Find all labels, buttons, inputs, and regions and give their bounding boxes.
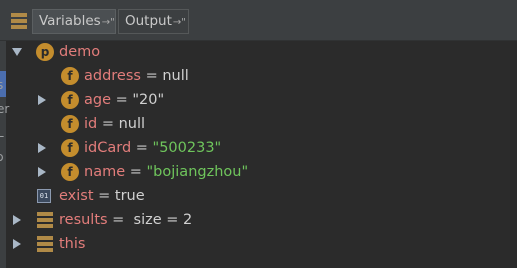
- field-badge-icon: f: [61, 163, 79, 181]
- tab-variables-label: Variables: [39, 13, 101, 29]
- object-stack-icon: [37, 236, 53, 252]
- expand-arrow-icon[interactable]: [38, 95, 46, 105]
- tab-output[interactable]: Output→": [118, 9, 189, 34]
- node-name: results: [59, 212, 108, 228]
- bool-icon-text: 01: [39, 192, 49, 200]
- tab-output-label: Output: [125, 13, 172, 29]
- tab-variables[interactable]: Variables→": [32, 9, 116, 34]
- expand-arrow-icon[interactable]: [38, 167, 46, 177]
- node-op: =: [125, 164, 147, 180]
- node-op: =: [111, 92, 133, 108]
- node-op: =: [93, 188, 115, 204]
- node-name: demo: [59, 44, 101, 60]
- field-badge-icon: f: [61, 115, 79, 133]
- node-op: =: [97, 116, 119, 132]
- node-name: exist: [59, 188, 94, 204]
- object-stack-icon: [37, 212, 53, 228]
- tree-node-age[interactable]: f age = "20": [0, 88, 517, 112]
- field-badge-icon: p: [36, 43, 54, 61]
- primitive-boolean-icon: 01: [37, 189, 51, 203]
- tree-node-results[interactable]: results = size = 2: [0, 208, 517, 232]
- tab-bar: Variables→" Output→": [0, 0, 517, 40]
- tree-node-idcard[interactable]: f idCard = "500233": [0, 136, 517, 160]
- field-badge-icon: f: [61, 67, 79, 85]
- node-op: =: [131, 140, 153, 156]
- node-name: this: [59, 236, 86, 252]
- field-badge-icon: f: [61, 91, 79, 109]
- expand-arrow-icon[interactable]: [38, 143, 46, 153]
- tab-pin-icon[interactable]: →": [102, 17, 115, 28]
- expand-arrow-icon[interactable]: [13, 239, 21, 249]
- node-name: id: [84, 116, 98, 132]
- node-value: size = 2: [128, 212, 193, 228]
- field-badge-icon: f: [61, 139, 79, 157]
- variables-stack-icon: [11, 13, 27, 29]
- node-value: "bojiangzhou": [146, 164, 249, 180]
- tree-node-name[interactable]: f name = "bojiangzhou": [0, 160, 517, 184]
- tree-node-address[interactable]: f address = null: [0, 64, 517, 88]
- node-value: null: [162, 68, 189, 84]
- expand-arrow-icon[interactable]: [13, 215, 21, 225]
- tree-node-this[interactable]: this: [0, 232, 517, 256]
- node-name: idCard: [84, 140, 132, 156]
- collapse-arrow-icon[interactable]: [12, 48, 22, 56]
- tree-node-exist[interactable]: 01 exist = true: [0, 184, 517, 208]
- debugger-panel: Variables→" Output→" s er L ɔ p demo f a…: [0, 0, 517, 268]
- node-op: =: [140, 68, 163, 84]
- tree-node-demo[interactable]: p demo: [0, 40, 517, 64]
- node-value: "20": [132, 92, 165, 108]
- node-name: name: [84, 164, 126, 180]
- tree-node-id[interactable]: f id = null: [0, 112, 517, 136]
- tab-pin-icon[interactable]: →": [173, 17, 186, 28]
- node-name: address: [84, 68, 141, 84]
- node-value: null: [118, 116, 146, 132]
- node-value: "500233": [152, 140, 222, 156]
- node-op: =: [107, 212, 129, 228]
- node-value: true: [114, 188, 145, 204]
- node-name: age: [84, 92, 112, 108]
